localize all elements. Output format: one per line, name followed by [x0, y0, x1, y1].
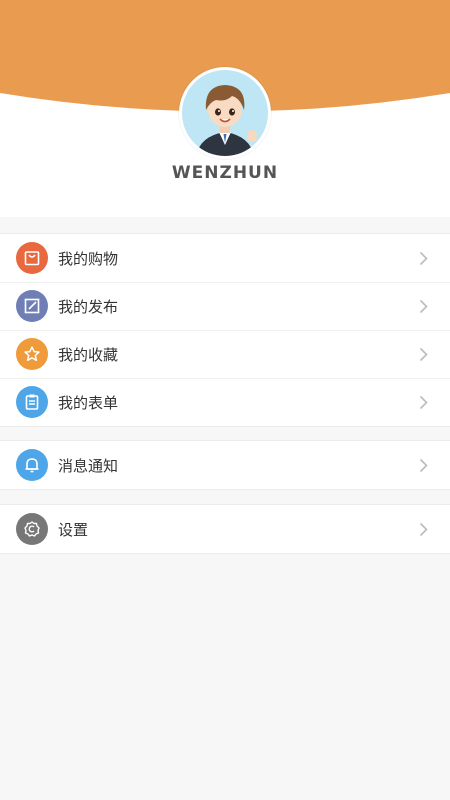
chevron-right-icon	[419, 458, 428, 473]
menu-item-notifications[interactable]: 消息通知	[0, 441, 450, 489]
menu-item-my-favorites[interactable]: 我的收藏	[0, 330, 450, 378]
chevron-right-icon	[419, 347, 428, 362]
chevron-right-icon	[419, 299, 428, 314]
chevron-right-icon	[419, 522, 428, 537]
menu-item-settings[interactable]: 设置	[0, 505, 450, 553]
menu-group-settings: 设置	[0, 504, 450, 554]
bell-icon	[16, 449, 48, 481]
chevron-right-icon	[419, 395, 428, 410]
menu-item-label: 消息通知	[58, 456, 119, 475]
avatar[interactable]	[179, 67, 271, 159]
menu-item-my-posts[interactable]: 我的发布	[0, 282, 450, 330]
username: WENZHUN	[171, 163, 279, 183]
menu-group-personal: 我的购物 我的发布 我的收藏 我的表单	[0, 233, 450, 427]
menu-item-label: 设置	[58, 520, 89, 539]
shopping-bag-icon	[16, 242, 48, 274]
profile-header: WENZHUN	[0, 0, 450, 217]
menu-item-my-forms[interactable]: 我的表单	[0, 378, 450, 426]
star-icon	[16, 338, 48, 370]
clipboard-icon	[16, 386, 48, 418]
edit-icon	[16, 290, 48, 322]
menu-item-my-shopping[interactable]: 我的购物	[0, 234, 450, 282]
menu-item-label: 我的发布	[58, 297, 119, 316]
chevron-right-icon	[419, 251, 428, 266]
menu-group-notifications: 消息通知	[0, 440, 450, 490]
settings-icon	[16, 513, 48, 545]
menu-item-label: 我的收藏	[58, 345, 119, 364]
menu-item-label: 我的表单	[58, 393, 119, 412]
avatar-image	[182, 70, 268, 156]
menu-item-label: 我的购物	[58, 249, 119, 268]
